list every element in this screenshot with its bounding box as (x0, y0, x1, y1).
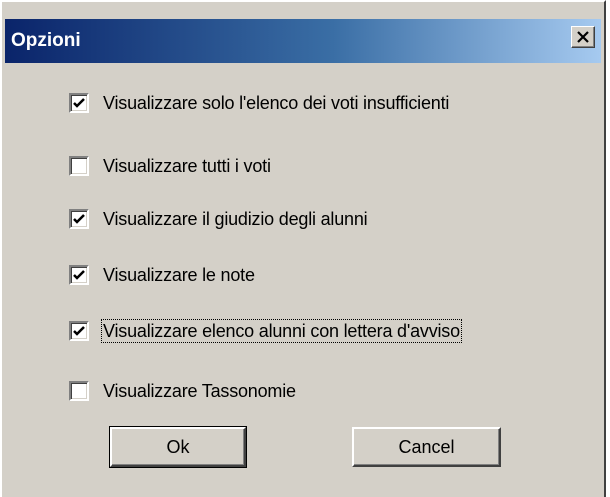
option-label: Visualizzare tutti i voti (103, 156, 271, 176)
option-label: Visualizzare Tassonomie (103, 381, 296, 401)
checkbox-tassonomie[interactable] (69, 381, 89, 401)
options-dialog: Opzioni Visualizzare solo l'elenco dei v… (0, 0, 606, 497)
checkbox-lettera-avviso[interactable] (69, 321, 89, 341)
checkbox-voti-insufficienti[interactable] (69, 93, 89, 113)
option-label: Visualizzare il giudizio degli alunni (103, 209, 368, 229)
ok-button[interactable]: Ok (109, 426, 247, 468)
checkmark-icon (73, 270, 85, 280)
checkmark-icon (73, 214, 85, 224)
option-label: Visualizzare solo l'elenco dei voti insu… (103, 93, 450, 113)
checkbox-tutti-voti[interactable] (69, 156, 89, 176)
checkbox-note[interactable] (69, 265, 89, 285)
checkmark-icon (73, 326, 85, 336)
checkbox-giudizio-alunni[interactable] (69, 209, 89, 229)
cancel-button[interactable]: Cancel (352, 427, 501, 467)
option-voti-insufficienti[interactable]: Visualizzare solo l'elenco dei voti insu… (69, 90, 450, 116)
checkmark-icon (73, 98, 85, 108)
option-label: Visualizzare elenco alunni con lettera d… (101, 319, 462, 343)
option-giudizio-alunni[interactable]: Visualizzare il giudizio degli alunni (69, 206, 368, 232)
option-note[interactable]: Visualizzare le note (69, 262, 256, 288)
option-tutti-voti[interactable]: Visualizzare tutti i voti (69, 153, 272, 179)
option-label: Visualizzare le note (103, 265, 255, 285)
option-lettera-avviso[interactable]: Visualizzare elenco alunni con lettera d… (69, 318, 462, 344)
options-list: Visualizzare solo l'elenco dei voti insu… (69, 2, 589, 422)
option-tassonomie[interactable]: Visualizzare Tassonomie (69, 378, 297, 404)
